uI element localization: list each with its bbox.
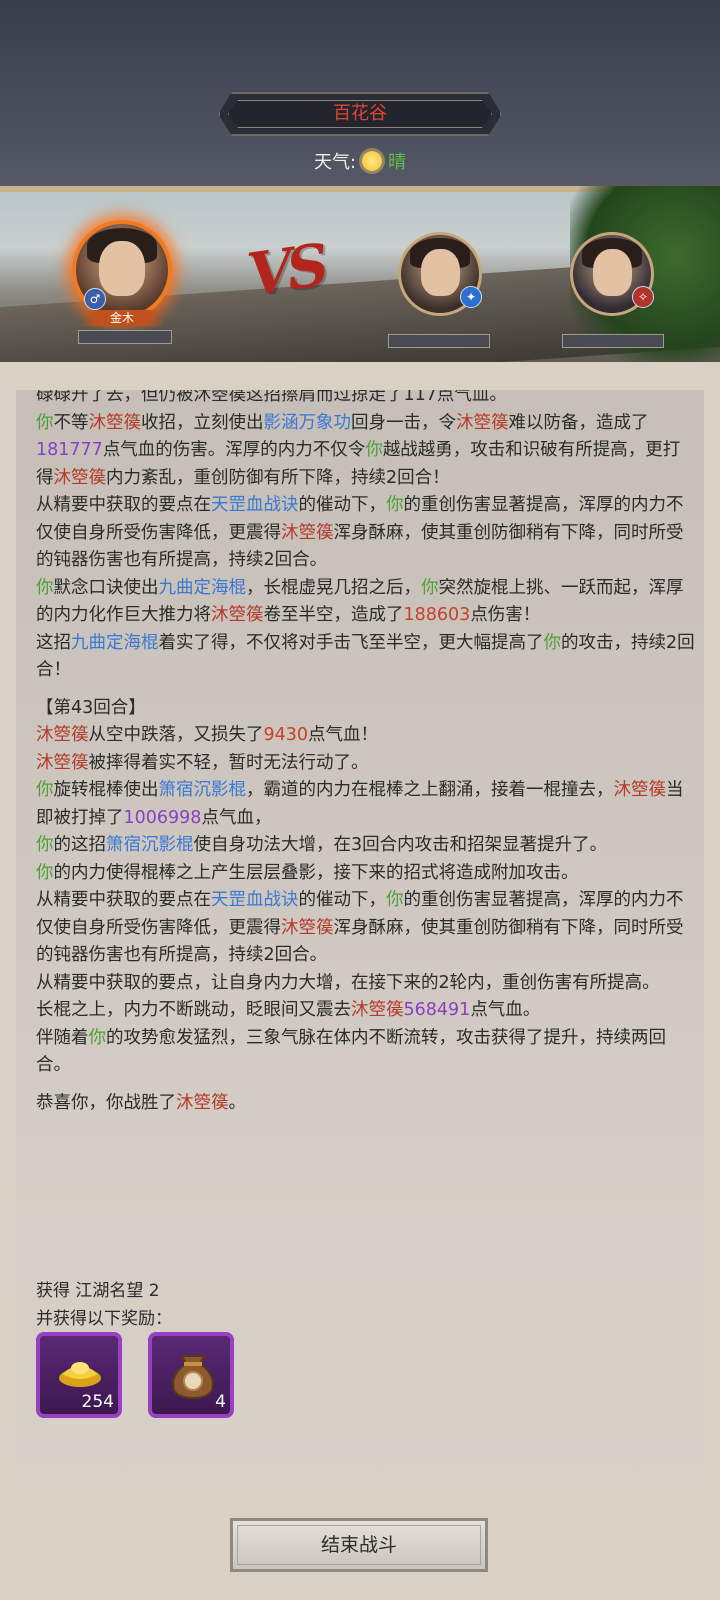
end-battle-button[interactable]: 结束战斗 <box>230 1518 488 1572</box>
round-header: 【第43回合】 <box>36 697 146 718</box>
log-line: 你的这招箫宿沉影棍使自身功法大增，在3回合内攻击和招架显著提升了。 <box>36 835 608 855</box>
log-line: 从精要中获取的要点在天罡血战诀的催动下，你的重创伤害显著提高，浑厚的内力不仅使自… <box>36 495 684 570</box>
victory-message: 恭喜你，你战胜了沐箜篌。 <box>36 1092 246 1113</box>
log-line: 你默念口诀使出九曲定海棍，长棍虚晃几招之后，你突然旋棍上挑、一跃而起，浑厚的内力… <box>36 577 684 626</box>
log-line: 沐箜篌被摔得着实不轻，暂时无法行动了。 <box>36 752 369 773</box>
extra-rewards-label: 并获得以下奖励： <box>36 1309 172 1329</box>
location-header: 百花谷 天气: 晴 <box>0 0 720 186</box>
gold-ingot-icon <box>59 1362 101 1387</box>
enemy-1-hp-bar <box>388 334 490 348</box>
log-line: 伴随着你的攻势愈发猛烈，三象气脉在体内不断流转，攻击获得了提升，持续两回合。 <box>36 1027 666 1076</box>
enemy-2-hp-bar <box>562 334 664 348</box>
pouch-icon <box>172 1355 214 1400</box>
log-line: 从精要中获取的要点在天罡血战诀的催动下，你的重创伤害显著提高，浑厚的内力不仅使自… <box>36 890 684 965</box>
weather-label: 天气: <box>313 152 357 173</box>
weather-info: 天气: 晴 <box>0 148 720 174</box>
player-name: 金木 <box>80 310 164 326</box>
player-hp-bar <box>78 330 172 344</box>
sun-icon <box>362 151 383 171</box>
log-line: 你旋转棍棒使出箫宿沉影棍，霸道的内力在棍棒之上翻涌，接着一棍撞去，沐箜篌当即被打… <box>36 780 684 828</box>
water-element-icon: ✦ <box>460 286 482 308</box>
log-line: 从精要中获取的要点，让自身内力大增，在接下来的2轮内，重创伤害有所提高。 <box>36 972 660 993</box>
log-line: 沐箜篌从空中跌落，又损失了9430点气血！ <box>36 725 379 745</box>
log-line: 你的内力使得棍棒之上产生层层叠影，接下来的招式将造成附加攻击。 <box>36 862 579 883</box>
reputation-reward: 获得 江湖名望 2 <box>36 1276 160 1301</box>
reward-count: 254 <box>81 1392 114 1412</box>
male-icon: ♂ <box>84 288 106 310</box>
reward-count: 4 <box>215 1392 226 1412</box>
log-line: 这招九曲定海棍着实了得，不仅将对手击飞至半空，更大幅提高了你的攻击，持续2回合！ <box>36 632 695 681</box>
gain-label: 获得 <box>36 1281 70 1301</box>
reputation-value: 江湖名望 2 <box>75 1281 160 1301</box>
weather-value: 晴 <box>388 152 407 173</box>
reward-slot-pouch[interactable]: 4 <box>148 1332 234 1418</box>
reward-slot-gold-ingot[interactable]: 254 <box>36 1332 122 1418</box>
battle-log: 碌碌开了去，但仍被沐箜篌这招擦肩而过掠走了117点气血。 你不等沐箜篌收招，立刻… <box>36 390 696 1117</box>
log-line: 碌碌开了去，但仍被沐箜篌这招擦肩而过掠走了117点气血。 <box>36 390 507 405</box>
log-line: 长棍之上，内力不断跳动，眨眼间又震去沐箜篌568491点气血。 <box>36 1000 541 1020</box>
fire-element-icon: ✧ <box>632 286 654 308</box>
log-line: 你不等沐箜篌收招，立刻使出影涵万象功回身一击，令沐箜篌难以防备，造成了18177… <box>36 412 681 488</box>
vs-emblem: VS <box>243 231 328 309</box>
location-title-plate: 百花谷 <box>218 92 502 136</box>
location-title: 百花谷 <box>333 103 387 124</box>
